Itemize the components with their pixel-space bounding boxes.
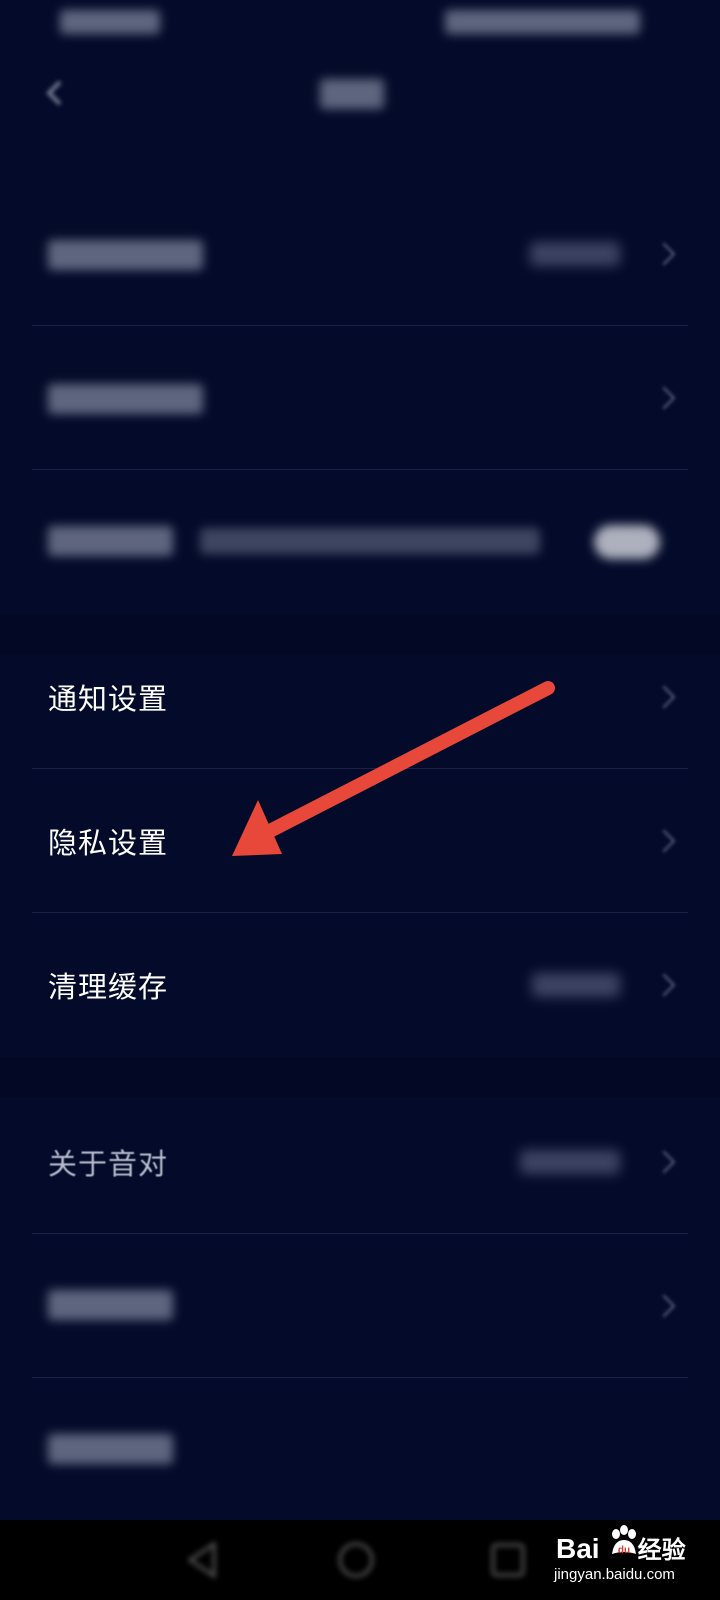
settings-row-blurred-4[interactable] [0,1234,720,1378]
chevron-right-icon [652,973,676,997]
row-label: 关于音对 [48,1147,169,1181]
chevron-right-icon [652,685,676,709]
nav-back-icon[interactable] [182,1538,226,1582]
page-title-blurred [320,79,384,109]
row-label-blurred [48,240,203,270]
status-bar [0,0,720,50]
nav-recents-icon[interactable] [486,1538,530,1582]
status-time-blurred [60,10,160,34]
chevron-right-icon [652,242,676,266]
row-value-blurred [530,242,620,266]
row-label-blurred [48,526,173,556]
chevron-right-icon [652,386,676,410]
baidu-watermark: Bai 经验 du jingyan.baidu.com [550,1525,700,1592]
chevron-left-icon[interactable] [44,79,66,107]
settings-row-privacy[interactable]: 隐私设置 [0,769,720,913]
watermark-brand-left: Bai [556,1533,600,1564]
settings-row-blurred-5[interactable] [0,1378,720,1522]
chevron-right-icon [652,1150,676,1174]
row-description-blurred [200,528,540,554]
watermark-url: jingyan.baidu.com [554,1566,675,1583]
chevron-right-icon [652,1294,676,1318]
nav-home-icon[interactable] [334,1538,378,1582]
row-label: 清理缓存 [48,970,169,1004]
baidu-paw-icon: du [612,1525,636,1556]
settings-row-about[interactable]: 关于音对 [0,1090,720,1234]
toggle-switch[interactable] [594,525,660,559]
settings-row-clear-cache[interactable]: 清理缓存 [0,913,720,1057]
row-label: 隐私设置 [48,826,169,860]
row-label: 通知设置 [48,682,169,716]
top-bar [0,55,720,135]
chevron-right-icon [652,829,676,853]
settings-row-blurred-2[interactable] [0,326,720,470]
settings-row-blurred-1[interactable] [0,182,720,326]
watermark-brand-right: 经验 [637,1536,686,1564]
settings-row-blurred-3[interactable] [0,470,720,614]
svg-text:du: du [618,1545,630,1556]
settings-row-notifications[interactable]: 通知设置 [0,625,720,769]
row-label-blurred [48,1434,173,1464]
row-label-blurred [48,1290,173,1320]
row-label-blurred [48,384,203,414]
status-icons-blurred [445,10,640,34]
cache-size-blurred [532,973,620,997]
version-blurred [520,1150,620,1174]
